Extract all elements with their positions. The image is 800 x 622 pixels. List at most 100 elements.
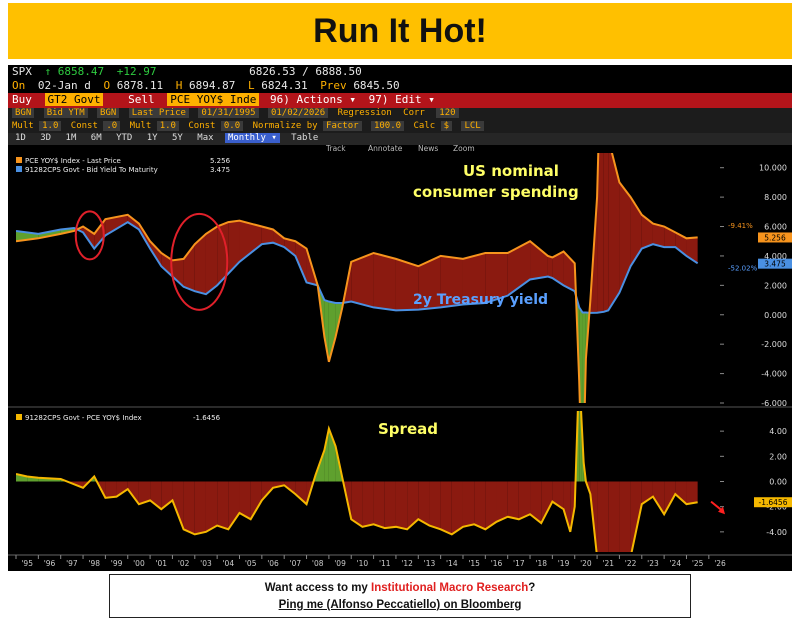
y-tick-label: 6.000: [764, 223, 787, 232]
annotation-us-nominal: US nominal: [463, 162, 559, 180]
field-1-select[interactable]: Bid YTM: [43, 108, 88, 118]
const-1-field[interactable]: .0: [103, 121, 121, 131]
tab-1y[interactable]: 1Y: [144, 133, 161, 143]
chart-toolbar: Track Annotate News Zoom: [325, 145, 475, 153]
const-1-label: Const: [70, 121, 98, 131]
y-tick-label: 0.000: [764, 311, 787, 320]
corr-checkbox[interactable]: Corr: [403, 108, 425, 118]
spread-area-segment: [496, 481, 508, 522]
tab-max[interactable]: Max: [194, 133, 216, 143]
x-tick-label: '11: [379, 559, 391, 568]
mult-1-field[interactable]: 1.0: [39, 121, 62, 131]
mult-2-field[interactable]: 1.0: [156, 121, 179, 131]
const-2-field[interactable]: 0.0: [220, 121, 244, 131]
annotation-consumer-spending: consumer spending: [413, 183, 579, 201]
x-tick-label: '01: [155, 559, 167, 568]
quote-line: SPX ↑ 6858.47 +12.97 6826.53 / 6888.50: [8, 65, 792, 79]
legend-series-name: PCE YOY$ Index - Last Price: [25, 157, 121, 165]
tab-monthly[interactable]: Monthly ▾: [224, 133, 280, 143]
const-2-label: Const: [188, 121, 216, 131]
x-tick-label: '17: [513, 559, 525, 568]
x-tick-label: '04: [223, 559, 235, 568]
tab-3d[interactable]: 3D: [37, 133, 54, 143]
tool-news[interactable]: News: [418, 145, 438, 153]
actions-menu[interactable]: 96) Actions ▾: [270, 93, 356, 106]
tab-table[interactable]: Table: [288, 133, 321, 143]
ohlc-line: On 02-Jan d O 6878.11 H 6894.87 L 6824.3…: [8, 79, 792, 93]
tab-1d[interactable]: 1D: [12, 133, 29, 143]
spread-area-segment: [474, 481, 486, 530]
settings-row-2: Mult 1.0 Const .0 Mult 1.0 Const 0.0 Nor…: [8, 121, 792, 133]
spread-area-segment: [407, 481, 419, 530]
spread-area-segment: [518, 481, 531, 520]
buy-security-field[interactable]: GT2 Govt: [44, 93, 104, 106]
tool-track[interactable]: Track: [325, 145, 346, 153]
x-tick-label: '13: [424, 559, 436, 568]
ticker[interactable]: SPX: [12, 65, 32, 78]
tab-ytd[interactable]: YTD: [113, 133, 135, 143]
x-tick-label: '09: [334, 559, 346, 568]
x-tick-label: '14: [446, 559, 458, 568]
pce-change-label: -9.41%: [728, 222, 753, 230]
banner-title: Run It Hot!: [313, 11, 487, 50]
low-label: L: [247, 79, 255, 92]
spread-area-segment: [541, 481, 553, 524]
x-tick-label: '07: [290, 559, 302, 568]
yield-change-label: -52.02%: [728, 265, 758, 273]
source-2-field[interactable]: BGN: [97, 108, 120, 118]
calc-select[interactable]: $: [440, 121, 453, 131]
currency-select[interactable]: LCL: [461, 121, 484, 131]
spread-area-segment: [205, 481, 218, 532]
x-tick-label: '02: [178, 559, 190, 568]
last-price: 6858.47: [57, 65, 105, 78]
spread-area-segment: [395, 481, 408, 530]
start-date-field[interactable]: 01/31/1995: [198, 108, 259, 118]
legend-swatch: [16, 157, 22, 163]
x-tick-label: '98: [88, 559, 100, 568]
spread-area-segment: [608, 481, 620, 552]
field-2-select[interactable]: Last Price: [128, 108, 189, 118]
y-tick-label: -4.000: [761, 370, 787, 379]
low-value: 6824.31: [261, 79, 308, 92]
footer-line-2[interactable]: Ping me (Alfonso Peccatiello) on Bloombe…: [110, 597, 690, 614]
command-bar: Buy GT2 Govt Sell PCE YOY$ Inde 96) Acti…: [8, 93, 792, 108]
source-1-field[interactable]: BGN: [12, 108, 35, 118]
x-tick-label: '96: [44, 559, 56, 568]
tab-5y[interactable]: 5Y: [169, 133, 186, 143]
x-tick-label: '15: [468, 559, 480, 568]
normalize-select[interactable]: Factor: [323, 121, 362, 131]
x-axis: '95 '96 '97 '98 '99 '00 '01 '02 '03 '04 '05 '06 '07 '…: [8, 554, 792, 568]
y-tick-label: -2.000: [761, 340, 787, 349]
regression-checkbox[interactable]: Regression: [338, 108, 392, 118]
tool-zoom[interactable]: Zoom: [453, 145, 475, 153]
x-tick-label: '21: [602, 559, 614, 568]
y-tick-label: 10.000: [759, 164, 787, 173]
footer-callout: Want access to my Institutional Macro Re…: [109, 574, 691, 618]
spread-area-segment: [563, 481, 571, 532]
x-tick-label: '95: [21, 559, 33, 568]
ohlc-on: On: [12, 79, 26, 92]
sell-security-field[interactable]: PCE YOY$ Inde: [167, 93, 260, 106]
y-tick-label: 4.00: [769, 427, 787, 436]
bloomberg-terminal: SPX ↑ 6858.47 +12.97 6826.53 / 6888.50 O…: [8, 65, 792, 571]
tool-annotate[interactable]: Annotate: [368, 145, 403, 153]
x-tick-label: '08: [312, 559, 324, 568]
legend-series-name: 91282CPS Govt - Bid Yield To Maturity: [25, 166, 158, 174]
normalize-value-field[interactable]: 100.0: [370, 121, 405, 131]
edit-menu[interactable]: 97) Edit ▾: [369, 93, 435, 106]
y-tick-label: 2.00: [769, 452, 787, 461]
x-tick-label: '97: [66, 559, 78, 568]
annotation-2y-treasury: 2y Treasury yield: [413, 292, 548, 308]
spread-area-segment: [619, 481, 631, 552]
period-tabs: 1D 3D 1M 6M YTD 1Y 5Y Max Monthly ▾ Tabl…: [8, 133, 792, 145]
x-tick-label: '99: [111, 559, 123, 568]
spread-area-segment: [675, 481, 687, 505]
tab-6m[interactable]: 6M: [88, 133, 105, 143]
x-tick-label: '23: [647, 559, 659, 568]
corr-period-field[interactable]: 120: [436, 108, 459, 118]
end-date-field[interactable]: 01/02/2026: [267, 108, 329, 118]
x-tick-label: '25: [692, 559, 704, 568]
tab-1m[interactable]: 1M: [63, 133, 80, 143]
legend-series-value: 5.256: [210, 157, 231, 165]
x-tick-label: '12: [401, 559, 413, 568]
